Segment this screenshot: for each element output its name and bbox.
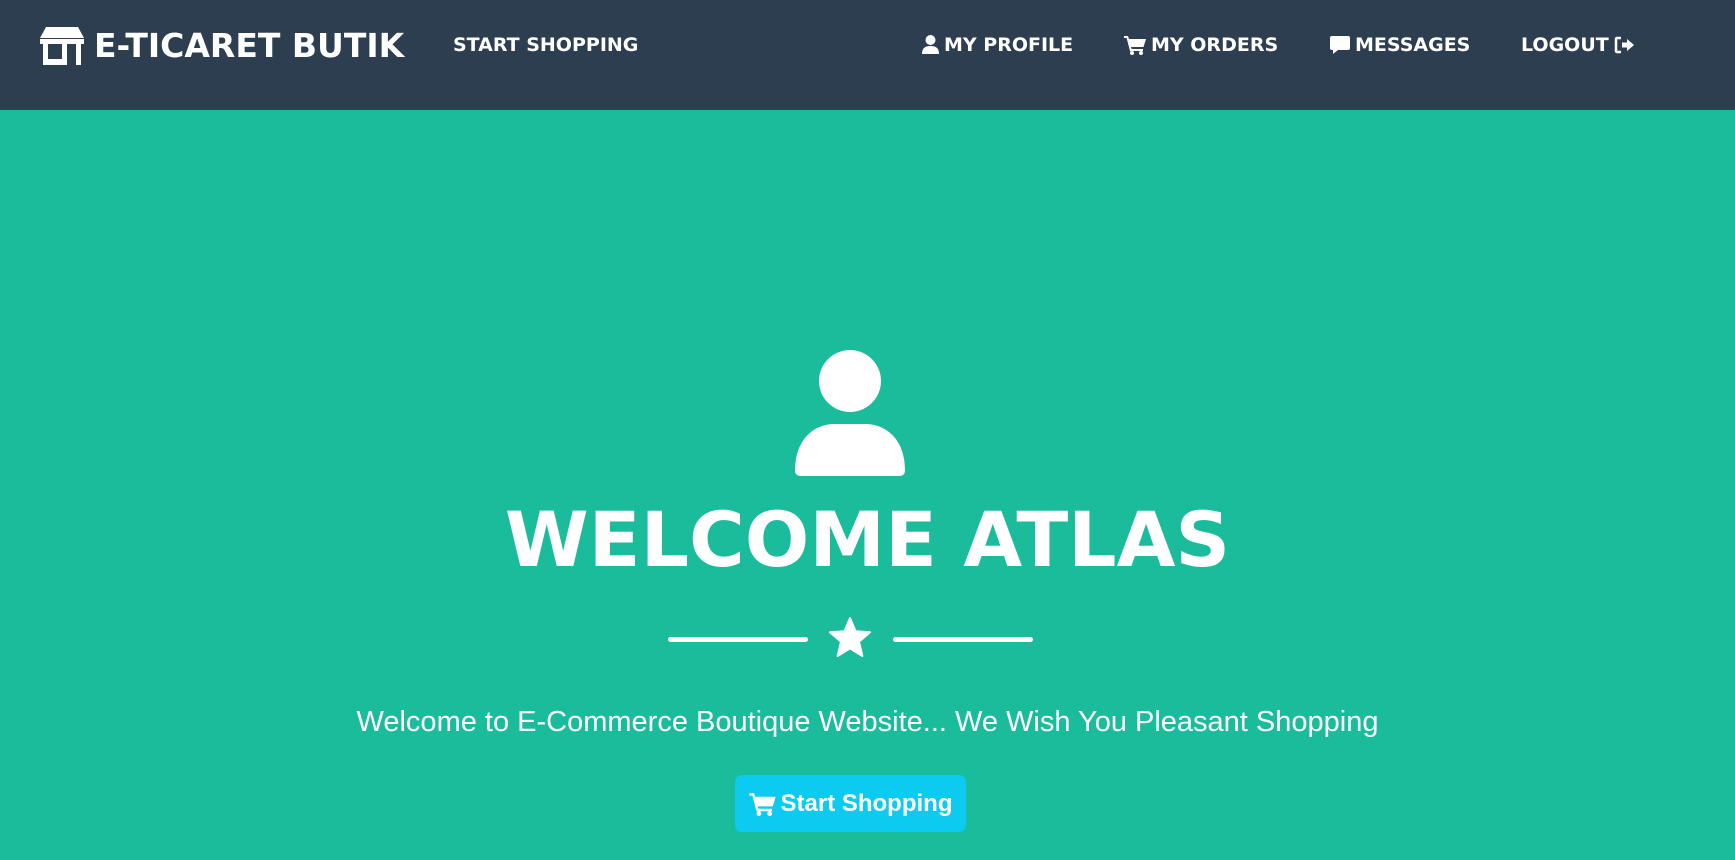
sign-out-icon [1614, 36, 1634, 54]
cart-icon [1124, 36, 1146, 55]
user-avatar-icon [795, 350, 905, 476]
nav-my-orders-label: MY ORDERS [1151, 34, 1279, 56]
nav-my-profile-label: MY PROFILE [944, 34, 1074, 56]
start-shopping-button-label: Start Shopping [780, 789, 953, 817]
cart-icon [748, 792, 776, 816]
nav-my-profile[interactable]: MY PROFILE [922, 30, 1073, 60]
welcome-title: WELCOME ATLAS [504, 495, 1231, 584]
divider-line-left [668, 637, 808, 642]
nav-messages-label: MESSAGES [1355, 34, 1471, 56]
start-shopping-button[interactable]: Start Shopping [735, 775, 966, 832]
message-icon [1330, 36, 1350, 54]
store-icon [40, 27, 84, 65]
nav-logout-label: LOGOUT [1521, 34, 1609, 56]
nav-messages[interactable]: MESSAGES [1330, 30, 1470, 60]
star-icon [829, 617, 871, 657]
nav-start-shopping[interactable]: START SHOPPING [453, 30, 638, 60]
navbar: E-TICARET BUTIK START SHOPPING MY PROFIL… [0, 0, 1735, 110]
brand-title: E-TICARET BUTIK [94, 25, 405, 65]
brand-link[interactable]: E-TICARET BUTIK [40, 22, 404, 68]
nav-logout[interactable]: LOGOUT [1521, 30, 1634, 60]
nav-my-orders[interactable]: MY ORDERS [1124, 30, 1278, 60]
welcome-lead-text: Welcome to E-Commerce Boutique Website..… [356, 706, 1379, 738]
nav-start-shopping-label: START SHOPPING [453, 34, 639, 56]
masthead: WELCOME ATLAS Welcome to E-Commerce Bout… [0, 110, 1735, 860]
user-icon [922, 35, 939, 54]
divider-line-right [893, 637, 1033, 642]
